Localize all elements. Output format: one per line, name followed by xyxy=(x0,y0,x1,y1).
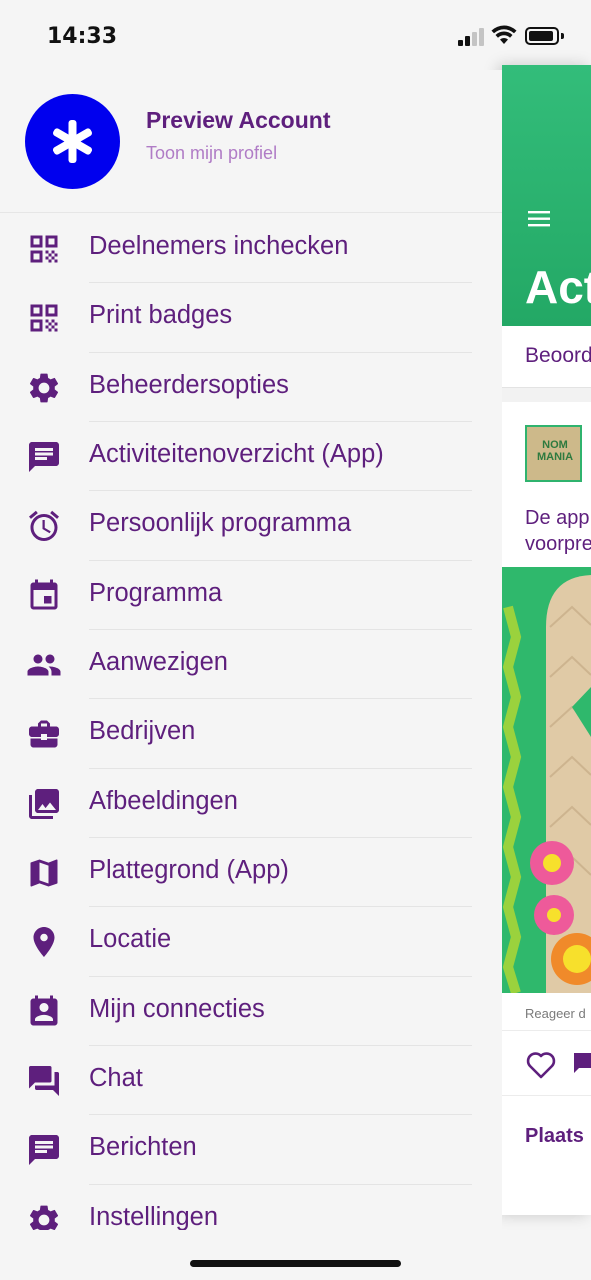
menu-item-label: Programma xyxy=(89,578,223,607)
map-icon xyxy=(30,859,58,887)
tab-bar[interactable]: Beoord xyxy=(502,326,591,388)
hamburger-menu-icon[interactable] xyxy=(528,210,552,228)
battery-icon xyxy=(525,27,559,45)
post-author-logo[interactable]: NOM MANIA xyxy=(525,425,582,482)
menu-item-label: Berichten xyxy=(89,1133,197,1162)
menu-item-my-connections[interactable]: Mijn connecties xyxy=(0,977,502,1047)
menu-item-messages[interactable]: Berichten xyxy=(0,1115,502,1185)
menu-item-activity-overview[interactable]: Activiteitenoverzicht (App) xyxy=(0,422,502,492)
menu-item-settings[interactable]: Instellingen xyxy=(0,1185,502,1230)
menu-item-label: Chat xyxy=(89,1064,143,1093)
cellular-signal-icon xyxy=(458,28,486,46)
alarm-clock-icon xyxy=(29,511,59,542)
gear-icon xyxy=(29,373,59,403)
menu-item-images[interactable]: Afbeeldingen xyxy=(0,769,502,839)
menu-item-label: Beheerdersopties xyxy=(89,370,289,399)
app-header: Act xyxy=(502,65,591,326)
qr-code-icon xyxy=(30,304,58,332)
menu-item-program[interactable]: Programma xyxy=(0,561,502,631)
menu-item-print-badges[interactable]: Print badges xyxy=(0,283,502,353)
post-comment-label[interactable]: Plaats xyxy=(525,1125,584,1148)
asterisk-icon xyxy=(52,120,93,163)
menu-item-attendees[interactable]: Aanwezigen xyxy=(0,630,502,700)
menu-item-label: Persoonlijk programma xyxy=(89,509,352,538)
menu-item-companies[interactable]: Bedrijven xyxy=(0,699,502,769)
message-icon xyxy=(29,1135,59,1166)
briefcase-icon xyxy=(29,720,59,748)
post-text-line: De app xyxy=(525,507,590,529)
menu-item-label: Print badges xyxy=(89,301,233,330)
avatar[interactable] xyxy=(25,94,120,189)
battery-tip xyxy=(561,33,564,39)
comment-prompt[interactable]: Reageer d xyxy=(525,1006,586,1021)
menu-item-label: Plattegrond (App) xyxy=(89,856,289,885)
menu-item-label: Mijn connecties xyxy=(89,994,265,1023)
heart-icon[interactable] xyxy=(526,1051,556,1079)
contact-card-icon xyxy=(30,995,58,1026)
festival-artwork-image xyxy=(502,567,591,993)
menu-item-admin-options[interactable]: Beheerdersopties xyxy=(0,353,502,423)
menu-item-label: Aanwezigen xyxy=(89,648,228,677)
people-icon xyxy=(27,654,61,676)
logo-text: NOM MANIA xyxy=(536,439,574,463)
photo-library-icon xyxy=(29,788,59,819)
menu-item-label: Bedrijven xyxy=(89,717,196,746)
post-text: De app voorpre xyxy=(525,505,591,557)
menu-item-label: Deelnemers inchecken xyxy=(89,232,349,260)
post-image[interactable] xyxy=(502,567,591,993)
menu-item-location[interactable]: Locatie xyxy=(0,907,502,977)
status-bar: 14:33 xyxy=(0,0,591,70)
navigation-drawer: Preview Account Toon mijn profiel Deelne… xyxy=(0,70,502,1230)
menu-item-check-in[interactable]: Deelnemers inchecken xyxy=(0,214,502,284)
message-icon xyxy=(29,442,59,473)
profile-name: Preview Account xyxy=(146,107,331,133)
menu-item-chat[interactable]: Chat xyxy=(0,1046,502,1116)
chat-bubbles-icon xyxy=(29,1066,59,1097)
wifi-icon xyxy=(491,25,517,44)
menu-item-label: Locatie xyxy=(89,925,172,954)
view-profile-link[interactable]: Toon mijn profiel xyxy=(146,143,277,164)
menu-item-personal-program[interactable]: Persoonlijk programma xyxy=(0,491,502,561)
tab-rated[interactable]: Beoord xyxy=(525,344,591,368)
post-text-line: voorpre xyxy=(525,533,591,555)
menu-item-label: Afbeeldingen xyxy=(89,786,238,815)
location-pin-icon xyxy=(33,927,55,958)
activity-feed-screen[interactable]: Act Beoord NOM MANIA De app voorpre Reag… xyxy=(502,65,591,1215)
menu-item-label: Instellingen xyxy=(89,1202,219,1230)
page-title: Act xyxy=(525,261,591,313)
qr-code-icon xyxy=(30,235,58,263)
gear-icon xyxy=(30,1205,59,1230)
profile-header[interactable]: Preview Account Toon mijn profiel xyxy=(0,70,502,213)
menu-item-label: Activiteitenoverzicht (App) xyxy=(89,440,384,469)
post-actions xyxy=(502,1030,591,1096)
comment-icon[interactable] xyxy=(572,1051,591,1075)
menu-item-floor-plan[interactable]: Plattegrond (App) xyxy=(0,838,502,908)
separator xyxy=(502,388,591,402)
drawer-menu: Deelnemers inchecken Print badges Beheer… xyxy=(0,214,502,1230)
home-indicator[interactable] xyxy=(190,1260,401,1267)
calendar-icon xyxy=(30,579,58,610)
status-time: 14:33 xyxy=(47,24,118,49)
